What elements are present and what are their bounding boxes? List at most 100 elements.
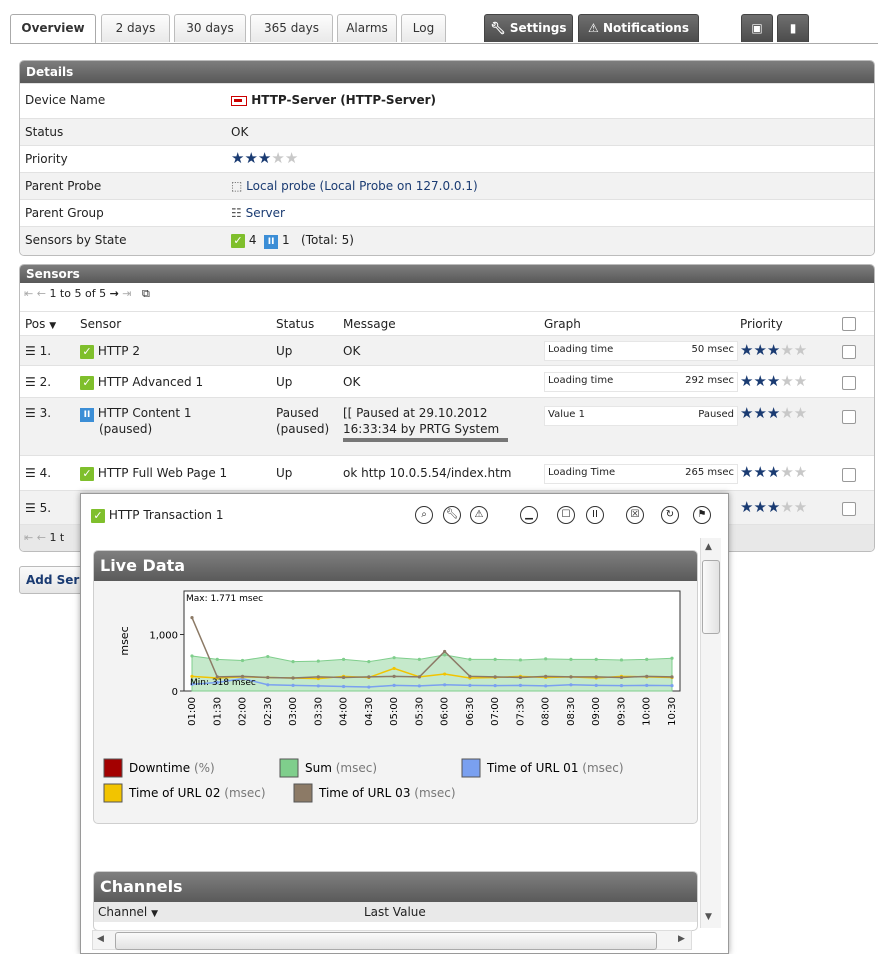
drag-handle-icon[interactable]: ☰ <box>25 501 36 515</box>
refresh-icon[interactable]: ↻ <box>661 506 679 524</box>
detail-value[interactable]: ⬚ Local probe (Local Probe on 127.0.0.1) <box>231 173 478 199</box>
pause-icon[interactable]: II <box>264 235 279 249</box>
sensor-name[interactable]: ✓ HTTP Full Web Page 1 <box>80 456 227 491</box>
star-icon[interactable]: ★ <box>244 149 257 167</box>
device-name-link[interactable]: HTTP-Server (HTTP-Server) <box>251 93 436 107</box>
mini-graph[interactable]: Value 1 Paused <box>544 406 738 426</box>
sensor-name-text[interactable]: HTTP Full Web Page 1 <box>98 466 227 480</box>
row-checkbox[interactable] <box>842 376 856 390</box>
pause-icon[interactable]: II <box>586 506 604 524</box>
scroll-up-icon[interactable]: ▲ <box>705 542 712 552</box>
popup-sensor-name[interactable]: HTTP Transaction 1 <box>109 508 224 522</box>
parent-group-link[interactable]: Server <box>246 206 285 220</box>
sensor-name[interactable]: II HTTP Content 1 <box>80 406 192 422</box>
tab-comments[interactable]: ▣ <box>741 14 773 42</box>
wrench-icon[interactable]: 🔧︎ <box>443 506 461 524</box>
state-paused-count[interactable]: 1 <box>282 233 290 247</box>
scroll-down-icon[interactable]: ▼ <box>705 912 712 922</box>
sensor-name-text[interactable]: HTTP Content 1 <box>98 406 192 420</box>
star-icon[interactable]: ★ <box>231 149 244 167</box>
scroll-left-icon[interactable]: ◀ <box>97 934 104 944</box>
table-row[interactable]: ☰ 3. II HTTP Content 1 (paused) Paused (… <box>20 397 874 455</box>
col-priority[interactable]: Priority <box>740 312 783 336</box>
first-page-icon[interactable]: ⇤ <box>24 287 33 300</box>
drag-handle-icon[interactable]: ☰ <box>25 375 36 389</box>
tab-365-days[interactable]: 365 days <box>250 14 333 42</box>
sensor-name-text[interactable]: HTTP Advanced 1 <box>98 375 203 389</box>
row-position[interactable]: ☰ 3. <box>25 406 51 420</box>
star-icon[interactable]: ★ <box>258 149 271 167</box>
sensor-message-line2: 16:33:34 by PRTG System <box>343 422 500 436</box>
next-page-icon[interactable]: → <box>110 287 119 300</box>
message-expander[interactable] <box>343 438 508 442</box>
search-icon[interactable]: ⌕ <box>415 506 433 524</box>
vertical-scrollbar[interactable]: ▲ ▼ <box>700 538 721 928</box>
sensor-name[interactable]: ✓ HTTP Advanced 1 <box>80 366 203 398</box>
tab-overview[interactable]: Overview <box>10 14 96 44</box>
delete-icon[interactable]: ☒ <box>626 506 644 524</box>
mini-graph[interactable]: Loading time 292 msec <box>544 372 738 392</box>
sensor-name-text[interactable]: HTTP 2 <box>98 344 140 358</box>
detail-value[interactable]: ☷ Server <box>231 200 285 226</box>
state-total: (Total: 5) <box>301 233 354 247</box>
drag-handle-icon[interactable]: ☰ <box>25 466 36 480</box>
sensor-name[interactable]: ✓ HTTP 2 <box>80 336 140 366</box>
scroll-right-icon[interactable]: ▶ <box>678 934 685 944</box>
mini-graph[interactable]: Loading time 50 msec <box>544 341 738 361</box>
popup-title[interactable]: ✓ HTTP Transaction 1 <box>91 508 223 523</box>
priority-stars[interactable]: ★★★★★ <box>740 366 807 398</box>
priority-stars[interactable]: ★★★★★ <box>740 336 807 366</box>
mini-graph[interactable]: Loading Time 265 msec <box>544 464 738 484</box>
tab-2-days[interactable]: 2 days <box>101 14 170 42</box>
col-channel[interactable]: Channel ▼ <box>98 902 158 924</box>
col-message[interactable]: Message <box>343 312 396 336</box>
row-position[interactable]: ☰ 4. <box>25 456 51 491</box>
tab-notifications[interactable]: ⚠︎ Notifications <box>578 14 699 42</box>
star-icon[interactable]: ★ <box>271 149 284 167</box>
popout-icon[interactable]: ⧉ <box>142 287 150 300</box>
data-point <box>417 675 421 679</box>
row-checkbox[interactable] <box>842 410 856 424</box>
horizontal-scrollbar[interactable]: ◀ ▶ <box>92 930 692 950</box>
tab-30-days[interactable]: 30 days <box>174 14 246 42</box>
priority-stars[interactable]: ★★★★★ <box>740 406 807 421</box>
row-position[interactable]: ☰ 1. <box>25 336 51 366</box>
tab-settings[interactable]: 🔧︎ Settings <box>484 14 573 42</box>
col-sensor[interactable]: Sensor <box>80 312 121 336</box>
row-checkbox[interactable] <box>842 502 856 516</box>
state-up-count[interactable]: 4 <box>249 233 257 247</box>
tab-log[interactable]: Log <box>401 14 446 42</box>
priority-stars[interactable]: ★★★★★ <box>231 146 298 172</box>
drag-handle-icon[interactable]: ☰ <box>25 344 36 358</box>
data-point <box>493 675 497 679</box>
table-row[interactable]: ☰ 1. ✓ HTTP 2 Up OK Loading time 50 msec… <box>20 335 874 365</box>
row-checkbox[interactable] <box>842 345 856 359</box>
priority-stars[interactable]: ★★★★★ <box>740 456 807 491</box>
star-icon[interactable]: ★ <box>285 149 298 167</box>
document-icon[interactable]: ☐ <box>557 506 575 524</box>
drag-handle-icon[interactable]: ☰ <box>25 406 36 420</box>
prev-page-icon[interactable]: ← <box>37 287 46 300</box>
notification-icon[interactable]: ⚠︎ <box>470 506 488 524</box>
flag-icon[interactable]: ⚑ <box>693 506 711 524</box>
data-point <box>367 675 371 679</box>
priority-stars[interactable]: ★★★★★ <box>740 491 807 525</box>
row-position[interactable]: ☰ 2. <box>25 366 51 398</box>
last-page-icon[interactable]: ⇥ <box>122 287 131 300</box>
row-checkbox[interactable] <box>842 468 856 482</box>
report-icon[interactable]: ▁ <box>520 506 538 524</box>
scroll-thumb[interactable] <box>702 560 720 634</box>
row-position[interactable]: ☰ 5. <box>25 491 51 525</box>
detail-value[interactable]: HTTP-Server (HTTP-Server) <box>231 84 436 116</box>
col-status[interactable]: Status <box>276 312 314 336</box>
table-row[interactable]: ☰ 2. ✓ HTTP Advanced 1 Up OK Loading tim… <box>20 365 874 397</box>
tab-history[interactable]: ▮ <box>777 14 809 42</box>
add-sensor-button[interactable]: Add Ser <box>19 566 89 594</box>
check-icon[interactable]: ✓ <box>231 234 245 248</box>
col-last-value[interactable]: Last Value <box>364 902 426 922</box>
parent-probe-link[interactable]: Local probe (Local Probe on 127.0.0.1) <box>246 179 478 193</box>
hscroll-thumb[interactable] <box>115 932 657 950</box>
tab-alarms[interactable]: Alarms <box>337 14 397 42</box>
select-all-checkbox[interactable] <box>842 317 856 331</box>
table-row[interactable]: ☰ 4. ✓ HTTP Full Web Page 1 Up ok http 1… <box>20 455 874 490</box>
